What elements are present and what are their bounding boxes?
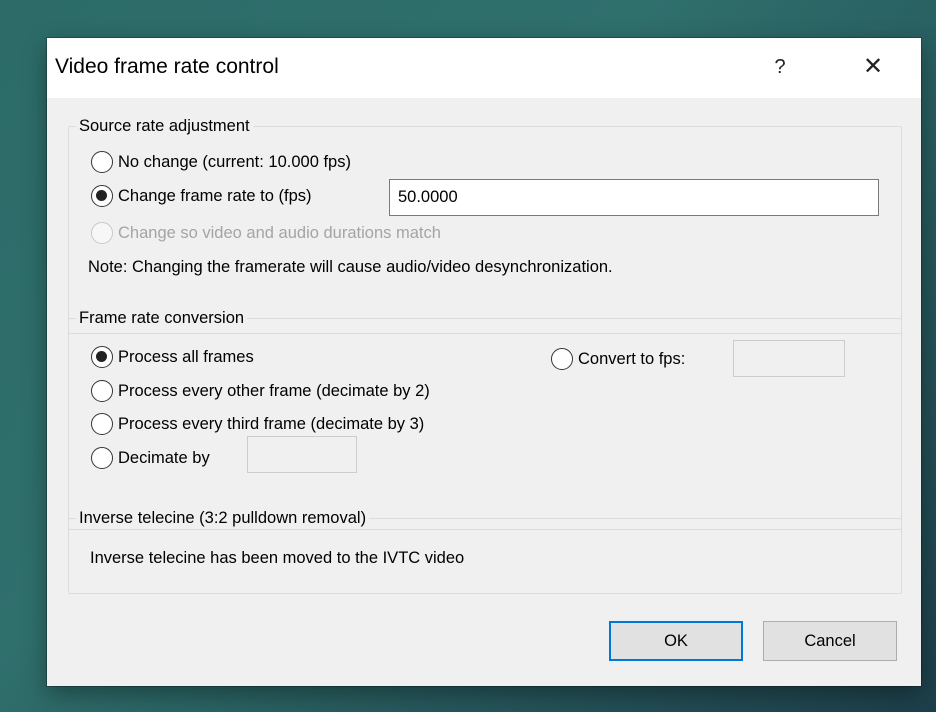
source-rate-group: Source rate adjustment No change (curren… [68,116,902,334]
desync-note: Note: Changing the framerate will cause … [88,258,613,276]
source-rate-group-title: Source rate adjustment [76,116,253,136]
inverse-telecine-text: Inverse telecine has been moved to the I… [90,549,465,567]
dialog-titlebar[interactable]: Video frame rate control ? ✕ [47,38,921,98]
frame-rate-conversion-group-title: Frame rate conversion [76,308,248,328]
match-durations-radio [91,222,113,244]
inverse-telecine-group-title: Inverse telecine (3:2 pulldown removal) [76,508,370,528]
every-other-radio[interactable] [91,380,113,402]
decimate-by-label: Decimate by [118,448,210,467]
convert-to-fps-radio[interactable] [551,348,573,370]
change-rate-input[interactable]: 50.0000 [389,179,879,216]
decimate-by-input[interactable] [247,436,357,473]
every-third-radio[interactable] [91,413,113,435]
convert-to-fps-option[interactable]: Convert to fps: [551,346,685,372]
convert-to-fps-input[interactable] [733,340,845,377]
every-third-option[interactable]: Process every third frame (decimate by 3… [91,411,424,437]
process-all-label: Process all frames [118,347,254,366]
inverse-telecine-group: Inverse telecine (3:2 pulldown removal) … [68,508,902,594]
every-third-label: Process every third frame (decimate by 3… [118,414,425,433]
process-all-radio[interactable] [91,346,113,368]
frame-rate-conversion-group: Frame rate conversion Process all frames… [68,308,902,530]
no-change-radio[interactable] [91,151,113,173]
close-icon[interactable]: ✕ [852,48,894,86]
help-icon[interactable]: ? [759,48,801,86]
change-rate-label: Change frame rate to (fps) [118,186,312,205]
change-rate-radio[interactable] [91,185,113,207]
match-durations-label: Change so video and audio durations matc… [118,223,441,242]
change-rate-option[interactable]: Change frame rate to (fps) [91,183,312,209]
decimate-by-option[interactable]: Decimate by [91,445,210,471]
frame-rate-dialog: Video frame rate control ? ✕ Source rate… [47,38,921,686]
convert-to-fps-label: Convert to fps: [578,349,686,368]
every-other-option[interactable]: Process every other frame (decimate by 2… [91,378,430,404]
no-change-option[interactable]: No change (current: 10.000 fps) [91,149,351,175]
no-change-label: No change (current: 10.000 fps) [118,152,351,171]
match-durations-option: Change so video and audio durations matc… [91,220,441,246]
cancel-button[interactable]: Cancel [763,621,897,661]
process-all-option[interactable]: Process all frames [91,344,254,370]
ok-button[interactable]: OK [609,621,743,661]
dialog-title: Video frame rate control [55,55,279,78]
every-other-label: Process every other frame (decimate by 2… [118,381,430,400]
decimate-by-radio[interactable] [91,447,113,469]
